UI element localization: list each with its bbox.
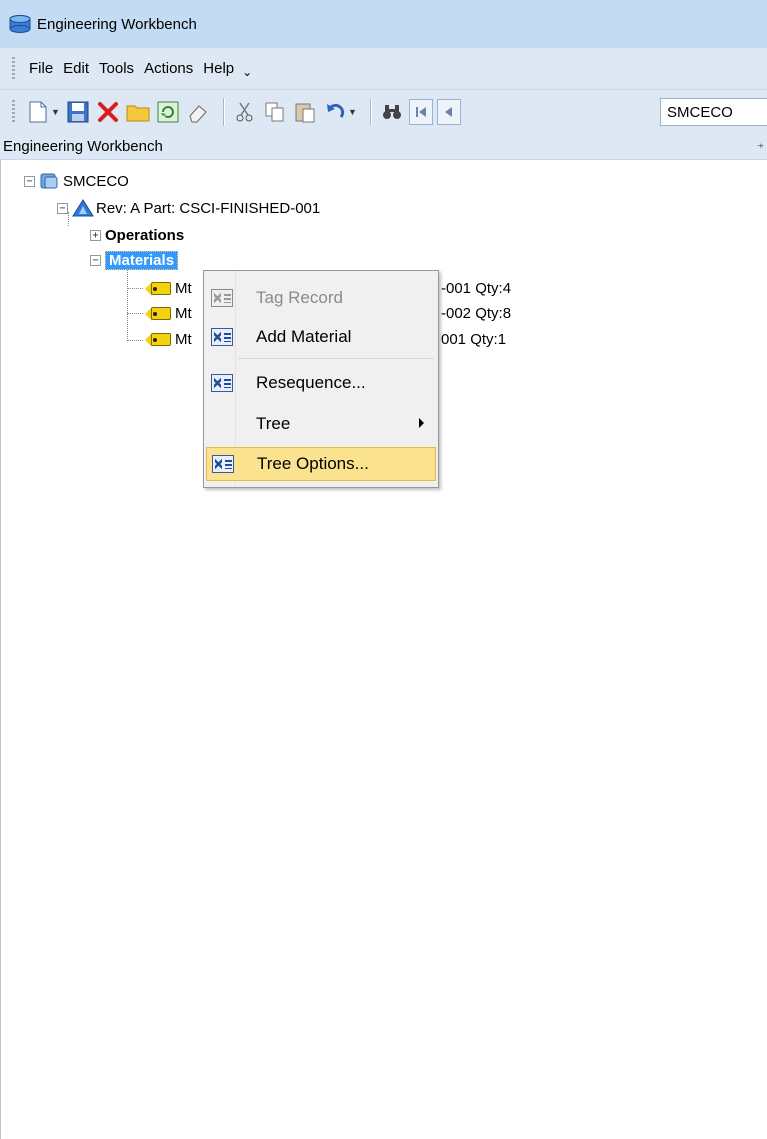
menu-item-label: Tag Record: [256, 288, 343, 307]
delete-icon[interactable]: [95, 99, 121, 125]
tree-node-revision[interactable]: − Rev: A Part: CSCI-FINISHED-001: [57, 196, 320, 220]
eraser-icon[interactable]: [185, 99, 211, 125]
tag-icon: [145, 305, 171, 321]
tree-node-material[interactable]: Mt: [145, 276, 192, 300]
tree-node-material[interactable]: Mt: [145, 327, 192, 351]
tree-node-label: Materials: [105, 250, 179, 270]
tree-node-root[interactable]: − SMCECO: [24, 169, 129, 193]
form-icon: [211, 373, 233, 393]
context-menu: Tag Record Add Material Resequence... Tr…: [203, 270, 439, 488]
collapse-icon[interactable]: −: [57, 202, 68, 214]
new-icon[interactable]: [25, 99, 51, 125]
tree-node-materials[interactable]: − Materials: [90, 248, 179, 272]
menu-actions[interactable]: Actions: [140, 56, 197, 81]
material-suffix: 001 Qty:1: [441, 330, 507, 348]
undo-dropdown-icon[interactable]: ▼: [348, 107, 358, 117]
tree-node-label: Operations: [105, 226, 185, 244]
submenu-arrow-icon: [419, 418, 424, 428]
menu-item-label: Resequence...: [256, 373, 366, 392]
toolbar-grip[interactable]: [12, 100, 15, 124]
menu-item-label: Add Material: [256, 327, 352, 346]
toolbar-separator: [370, 98, 371, 126]
menu-item-tree[interactable]: Tree: [206, 407, 436, 441]
database-icon: [9, 15, 31, 33]
tree-connector: [127, 340, 143, 341]
tag-icon: [145, 280, 171, 296]
tree-connector: [127, 313, 143, 314]
expand-icon[interactable]: +: [90, 229, 101, 241]
tree-node-label: SMCECO: [63, 172, 129, 190]
first-record-icon[interactable]: [409, 99, 433, 125]
tag-icon: [145, 331, 171, 347]
tree-connector: [127, 268, 128, 341]
folder-icon[interactable]: [125, 99, 151, 125]
toolbar-separator: [223, 98, 224, 126]
menu-separator: [238, 358, 434, 359]
copy-icon[interactable]: [262, 99, 288, 125]
material-prefix: Mt: [175, 279, 192, 297]
material-prefix: Mt: [175, 304, 192, 322]
undo-icon[interactable]: [322, 99, 348, 125]
tree-node-label: Rev: A Part: CSCI-FINISHED-001: [96, 199, 321, 217]
menu-item-label: Tree Options...: [257, 454, 369, 473]
menu-help[interactable]: Help: [199, 56, 238, 81]
tree-connector: [127, 288, 143, 289]
find-icon[interactable]: [379, 99, 405, 125]
material-suffix: -001 Qty:4: [441, 279, 512, 297]
collapse-icon[interactable]: −: [24, 175, 35, 187]
menu-file[interactable]: File: [25, 56, 57, 81]
tree-node-material-suffix: 001 Qty:1: [441, 327, 506, 351]
form-icon: [212, 454, 234, 474]
menu-item-tag-record[interactable]: Tag Record: [206, 281, 436, 315]
menu-bar: File Edit Tools Actions Help ⌄: [0, 48, 767, 90]
title-bar: Engineering Workbench: [0, 0, 767, 48]
save-icon[interactable]: [65, 99, 91, 125]
tree-node-material[interactable]: Mt: [145, 301, 192, 325]
window-title: Engineering Workbench: [37, 15, 197, 33]
pin-icon[interactable]: ⍆: [757, 138, 764, 153]
cut-icon[interactable]: [232, 99, 258, 125]
revision-triangle-icon: [72, 199, 94, 217]
material-suffix: -002 Qty:8: [441, 304, 512, 322]
toolbar: ▼ ▼: [0, 90, 767, 134]
new-dropdown-icon[interactable]: ▼: [51, 107, 61, 117]
menu-item-add-material[interactable]: Add Material: [206, 320, 436, 354]
tree-node-operations[interactable]: + Operations: [90, 223, 184, 247]
menu-item-resequence[interactable]: Resequence...: [206, 366, 436, 400]
panel-title: Engineering Workbench: [3, 138, 163, 155]
refresh-icon[interactable]: [155, 99, 181, 125]
menu-item-label: Tree: [256, 414, 291, 433]
menu-tools[interactable]: Tools: [95, 56, 138, 81]
material-prefix: Mt: [175, 330, 192, 348]
menu-overflow-icon[interactable]: ⌄: [240, 61, 254, 83]
record-search-input[interactable]: [660, 98, 767, 126]
tree-node-material-suffix: -002 Qty:8: [441, 301, 511, 325]
server-icon: [39, 172, 59, 190]
form-icon: [211, 288, 233, 308]
menu-edit[interactable]: Edit: [59, 56, 93, 81]
menu-grip[interactable]: [12, 56, 15, 81]
form-icon: [211, 327, 233, 347]
menu-item-tree-options[interactable]: Tree Options...: [206, 447, 436, 481]
paste-icon[interactable]: [292, 99, 318, 125]
tree-node-material-suffix: -001 Qty:4: [441, 276, 511, 300]
panel-header: Engineering Workbench ⍆: [0, 134, 767, 160]
collapse-icon[interactable]: −: [90, 254, 101, 266]
previous-record-icon[interactable]: [437, 99, 461, 125]
